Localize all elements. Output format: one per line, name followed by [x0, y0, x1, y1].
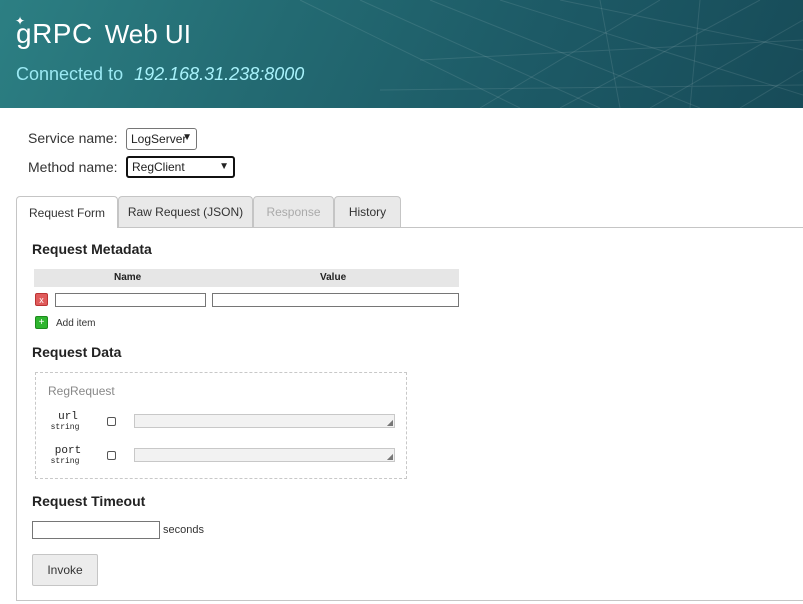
- port-null-checkbox[interactable]: [107, 451, 116, 460]
- method-select[interactable]: RegClient ▼: [126, 156, 235, 178]
- metadata-value-input[interactable]: [212, 293, 459, 307]
- field-type-port: string: [50, 457, 80, 466]
- field-type-url: string: [50, 423, 80, 432]
- message-type-label: RegRequest: [48, 384, 115, 398]
- resize-grip-icon[interactable]: ◢: [387, 419, 393, 427]
- metadata-heading: Request Metadata: [32, 241, 152, 257]
- add-metadata-button[interactable]: +: [35, 316, 48, 329]
- tab-response[interactable]: Response: [253, 196, 334, 227]
- service-select-value: LogServer: [131, 132, 187, 146]
- metadata-name-input[interactable]: [55, 293, 206, 307]
- method-select-value: RegClient: [132, 160, 185, 174]
- url-textarea[interactable]: ◢: [134, 414, 395, 428]
- tab-raw-request[interactable]: Raw Request (JSON): [118, 196, 253, 227]
- connection-status: Connected to 192.168.31.238:8000: [16, 64, 304, 85]
- field-name-url: url: [58, 411, 78, 423]
- app-header: ✦ gRPC Web UI Connected to 192.168.31.238…: [0, 0, 803, 108]
- grpc-logo: ✦ gRPC Web UI: [15, 14, 191, 50]
- name-column-header: Name: [114, 272, 142, 283]
- service-select[interactable]: LogServer ▼: [126, 128, 197, 150]
- service-row: Service name:: [28, 130, 126, 146]
- resize-grip-icon[interactable]: ◢: [387, 453, 393, 461]
- add-item-label[interactable]: Add item: [56, 318, 95, 329]
- tab-request-form[interactable]: Request Form: [16, 196, 118, 228]
- tab-history[interactable]: History: [334, 196, 401, 227]
- metadata-table-header: Name Value: [34, 269, 459, 287]
- header-background-pattern: [299, 0, 803, 108]
- request-data-heading: Request Data: [32, 344, 122, 360]
- server-address: 192.168.31.238:8000: [134, 64, 305, 84]
- service-label: Service name:: [28, 130, 118, 146]
- method-row: Method name:: [28, 159, 126, 175]
- seconds-label: seconds: [163, 524, 204, 536]
- tab-panel-left-border: [16, 227, 17, 601]
- remove-metadata-button[interactable]: x: [35, 293, 48, 306]
- logo-text: gRPC: [16, 18, 93, 49]
- connected-label: Connected to: [16, 64, 124, 84]
- timeout-heading: Request Timeout: [32, 493, 146, 509]
- page-title: Web UI: [104, 19, 191, 49]
- sparkle-icon: ✦: [15, 14, 26, 28]
- chevron-down-icon: ▼: [182, 132, 192, 143]
- invoke-button[interactable]: Invoke: [32, 554, 98, 586]
- tab-panel-bottom-border: [16, 600, 803, 601]
- value-column-header: Value: [320, 272, 347, 283]
- method-label: Method name:: [28, 159, 118, 175]
- port-textarea[interactable]: ◢: [134, 448, 395, 462]
- tab-panel-border: [16, 227, 803, 228]
- chevron-down-icon: ▼: [219, 161, 229, 172]
- timeout-input[interactable]: [32, 521, 160, 539]
- url-null-checkbox[interactable]: [107, 417, 116, 426]
- field-name-port: port: [54, 445, 82, 457]
